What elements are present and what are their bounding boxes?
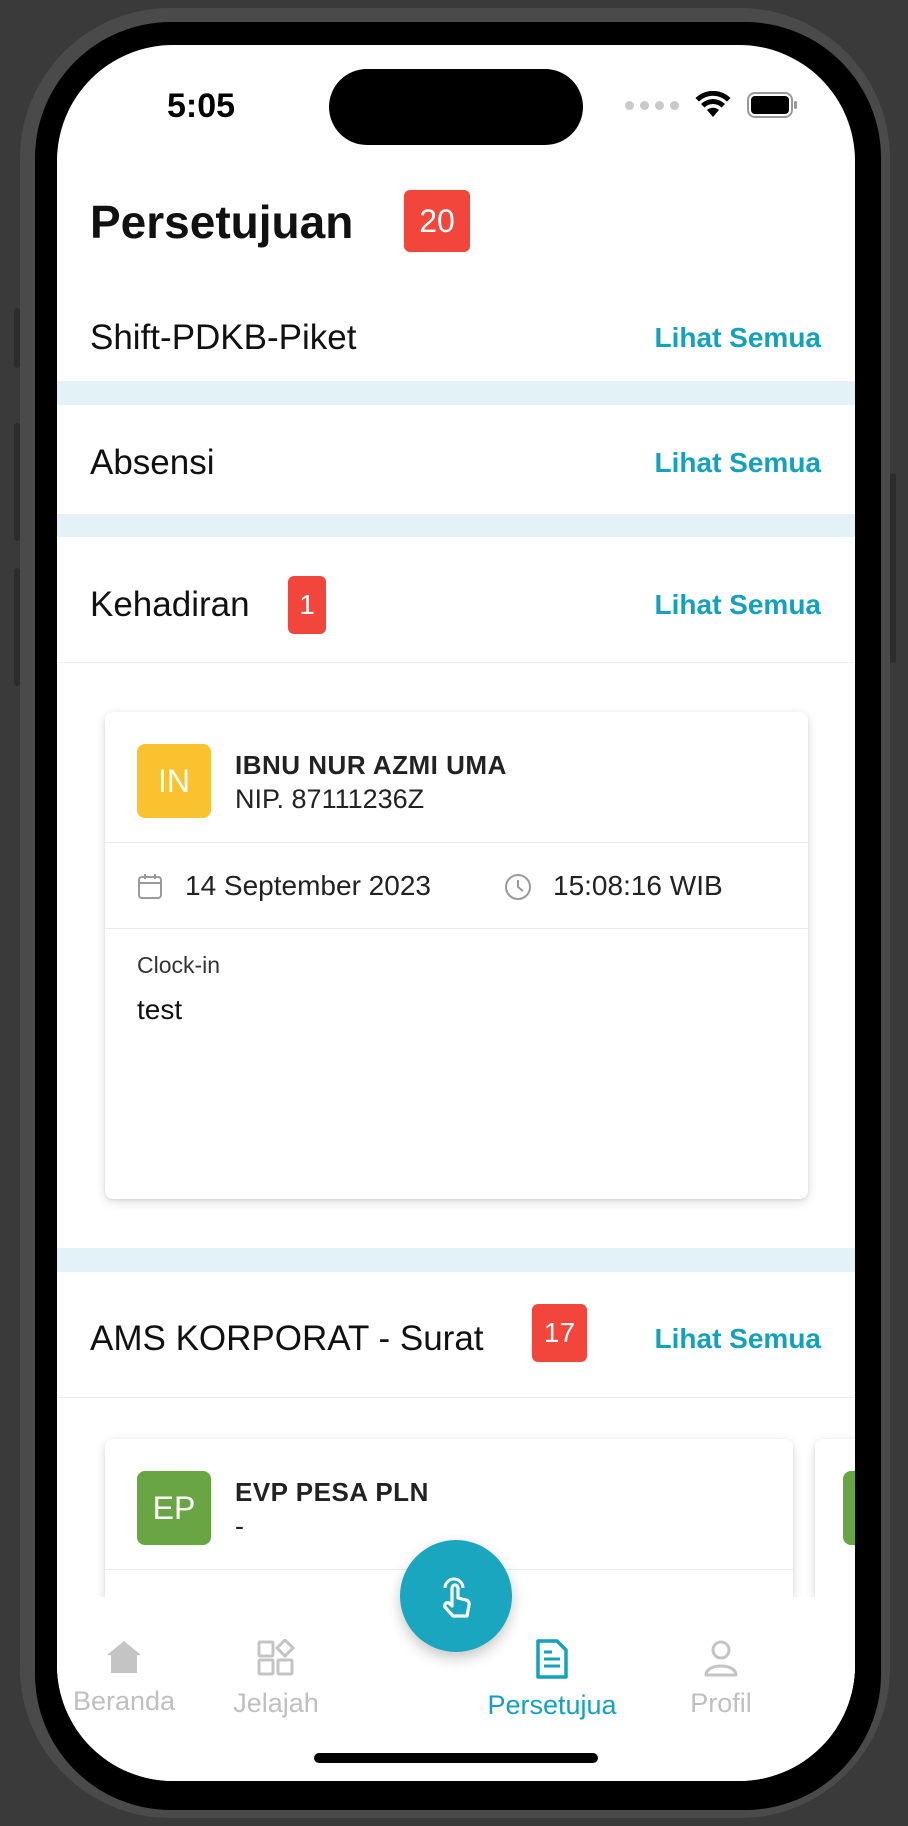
kehadiran-count-badge: 1 [288,576,326,634]
divider [57,662,855,663]
sender-subtitle: - [235,1511,244,1541]
section-separator [57,382,855,405]
document-icon [536,1639,568,1679]
clock-icon [505,874,531,900]
power-button [890,473,896,663]
volume-up-button [14,423,20,541]
sender-name: EVP PESA PLN [235,1477,429,1507]
see-all-link[interactable]: Lihat Semua [655,447,821,479]
see-all-link[interactable]: Lihat Semua [655,589,821,621]
section-title: Kehadiran [90,585,250,624]
see-all-link[interactable]: Lihat Semua [655,322,821,354]
avatar: IN [137,744,211,818]
calendar-icon [138,874,162,899]
section-title: Shift-PDKB-Piket [90,318,357,357]
avatar [843,1471,855,1545]
section-absensi: Absensi Lihat Semua [57,405,855,515]
signal-dots-icon [625,100,679,110]
section-shift-pdkb-piket: Shift-PDKB-Piket Lihat Semua [57,290,855,382]
tab-persetujuan[interactable]: Persetujua [477,1639,627,1721]
battery-icon [747,92,797,118]
status-icons [625,91,799,119]
tab-label: Persetujua [487,1690,617,1720]
grid-icon [257,1637,296,1676]
dynamic-island [329,69,583,145]
card-divider [105,842,808,843]
wifi-icon [695,91,731,117]
app-screen: 5:05 Persetujuan 20 Shift-PDKB-Piket Lih… [57,45,855,1781]
employee-name: IBNU NUR AZMI UMA [235,750,507,780]
section-separator [57,1248,855,1272]
action-button [14,308,20,368]
tab-label: Jelajah [233,1688,319,1718]
section-kehadiran: Kehadiran 1 Lihat Semua [57,537,855,661]
person-icon [704,1640,738,1677]
note-text: test [137,994,183,1025]
tab-label: Profil [690,1688,752,1718]
section-title: Absensi [90,443,215,482]
volume-down-button [14,568,20,686]
avatar: EP [137,1471,211,1545]
tab-beranda[interactable]: Beranda [57,1639,199,1717]
see-all-link[interactable]: Lihat Semua [655,1323,821,1355]
note-label: Clock-in [137,952,221,978]
attendance-date: 14 September 2023 [185,870,431,901]
employee-nip: NIP. 87111236Z [235,784,425,814]
pending-count-badge: 20 [404,190,470,252]
card-divider [105,928,808,929]
divider [57,1397,855,1398]
attendance-tap-button[interactable] [400,1540,512,1652]
surat-count-badge: 17 [532,1304,587,1362]
attendance-time: 15:08:16 WIB [553,870,723,901]
section-separator [57,515,855,537]
home-indicator [314,1753,598,1763]
section-title: AMS KORPORAT - Surat [90,1319,484,1358]
tap-hand-icon [443,1577,471,1618]
page-title: Persetujuan [90,196,354,248]
tab-profil[interactable]: Profil [646,1639,796,1719]
section-ams-korporat-surat: AMS KORPORAT - Surat 17 Lihat Semua [57,1272,855,1397]
tab-label: Beranda [72,1686,176,1716]
home-icon [107,1641,141,1673]
status-time: 5:05 [167,87,236,125]
attendance-approval-card[interactable]: IN IBNU NUR AZMI UMA NIP. 87111236Z 14 S… [105,712,808,1199]
tab-jelajah[interactable]: Jelajah [201,1637,351,1719]
